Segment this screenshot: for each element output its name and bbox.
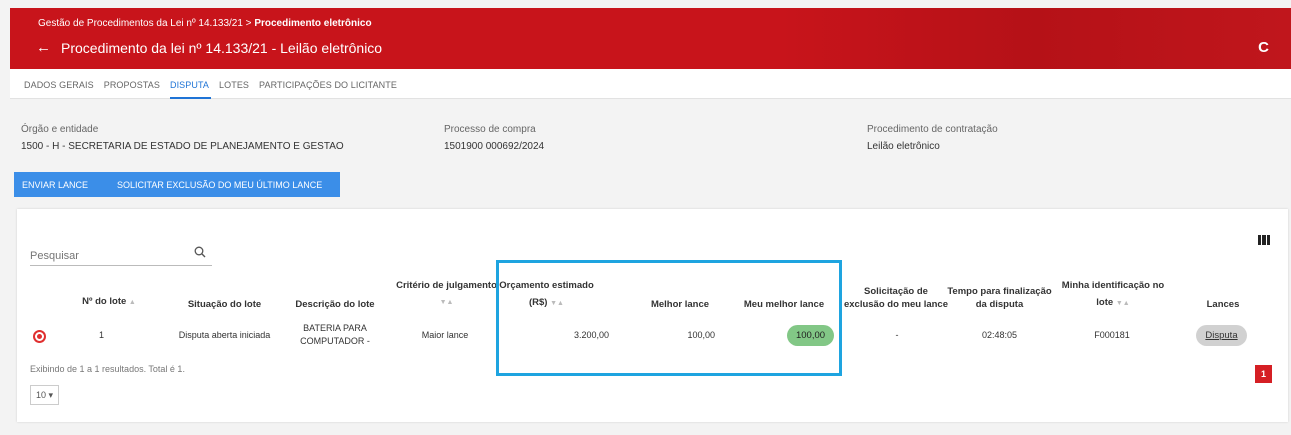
send-bid-button[interactable]: ENVIAR LANCE <box>14 172 113 197</box>
processo-value: 1501900 000692/2024 <box>444 141 545 152</box>
header-lote[interactable]: Nº do lote ▲ <box>69 295 149 309</box>
cell-lote: 1 <box>98 330 104 340</box>
tab-propostas[interactable]: PROPOSTAS <box>104 69 168 99</box>
page-size-select[interactable]: 10 ▾ <box>30 385 59 405</box>
tab-participacoes[interactable]: PARTICIPAÇÕES DO LICITANTE <box>259 69 405 99</box>
header-identificacao[interactable]: Minha identificação no lote ▼▲ <box>1057 279 1169 310</box>
request-delete-bid-button[interactable]: SOLICITAR EXCLUSÃO DO MEU ÚLTIMO LANCE <box>109 172 340 197</box>
processo-label: Processo de compra <box>444 124 536 135</box>
pagination-page-1[interactable]: 1 <box>1255 365 1272 383</box>
procedimento-value: Leilão eletrônico <box>867 141 940 152</box>
processo-info: Processo de compra 1501900 000692/2024 <box>444 124 544 152</box>
header-solicitacao: Solicitação de exclusão do meu lance <box>843 286 948 310</box>
back-arrow-icon[interactable]: ← <box>36 39 51 56</box>
cell-solicitacao: - <box>895 330 899 340</box>
header-tempo: Tempo para finalização da disputa <box>947 286 1052 310</box>
header-situacao: Situação do lote <box>187 299 262 310</box>
breadcrumb-parent-link[interactable]: Gestão de Procedimentos da Lei nº 14.133… <box>38 18 252 29</box>
disputa-table-card: Nº do lote ▲ Situação do lote Descrição … <box>17 209 1288 422</box>
sort-asc-icon: ▲ <box>128 299 136 306</box>
columns-icon[interactable] <box>1258 235 1270 245</box>
refresh-icon[interactable]: C <box>1258 39 1269 56</box>
cell-criterio: Maior lance <box>421 330 469 340</box>
cell-situacao: Disputa aberta iniciada <box>178 330 271 340</box>
sort-icon: ▼▲ <box>1115 300 1130 307</box>
search-input[interactable] <box>30 250 180 262</box>
main-content: Órgão e entidade 1500 - H - SECRETARIA D… <box>10 99 1291 435</box>
header-descricao: Descrição do lote <box>295 299 375 310</box>
breadcrumb-current: Procedimento eletrônico <box>254 18 372 29</box>
disputa-link-button[interactable]: Disputa <box>1196 325 1247 346</box>
cell-tempo: 02:48:05 <box>981 330 1018 340</box>
orgao-label: Órgão e entidade <box>21 124 99 135</box>
cell-identificacao: F000181 <box>1094 330 1130 340</box>
cell-descricao: BATERIA PARA COMPUTADOR - <box>300 323 370 346</box>
results-summary: Exibindo de 1 a 1 resultados. Total é 1. <box>30 364 185 374</box>
search-icon[interactable] <box>194 246 206 258</box>
header-lances: Lances <box>1206 299 1240 310</box>
orgao-value: 1500 - H - SECRETARIA DE ESTADO DE PLANE… <box>21 141 344 152</box>
sort-icon: ▼▲ <box>439 299 454 306</box>
header-criterio[interactable]: Critério de julgamento ▼▲ <box>395 279 498 309</box>
tab-disputa[interactable]: DISPUTA <box>169 69 212 99</box>
search-field <box>30 246 212 266</box>
orgao-info: Órgão e entidade 1500 - H - SECRETARIA D… <box>21 124 344 152</box>
highlight-box <box>496 260 842 376</box>
tab-lotes[interactable]: LOTES <box>219 69 257 99</box>
procedimento-label: Procedimento de contratação <box>867 124 998 135</box>
app-header: Gestão de Procedimentos da Lei nº 14.133… <box>10 8 1291 69</box>
tab-bar: DADOS GERAIS PROPOSTAS DISPUTA LOTES PAR… <box>10 69 1291 99</box>
tab-dados-gerais[interactable]: DADOS GERAIS <box>24 69 102 99</box>
breadcrumb: Gestão de Procedimentos da Lei nº 14.133… <box>38 18 372 29</box>
page-title: Procedimento da lei nº 14.133/21 - Leilã… <box>61 39 383 56</box>
row-radio-selected[interactable] <box>33 330 46 343</box>
procedimento-info: Procedimento de contratação Leilão eletr… <box>867 124 998 152</box>
